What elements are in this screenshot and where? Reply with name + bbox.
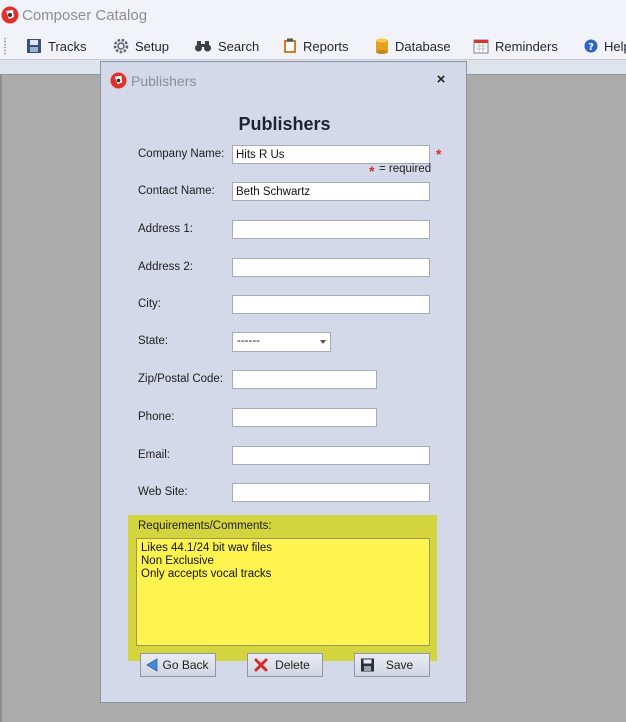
delete-label: Delete [275, 658, 310, 672]
dialog-logo-icon [110, 72, 127, 89]
comments-textarea[interactable]: Likes 44.1/24 bit wav files Non Exclusiv… [136, 538, 430, 646]
app-title: Composer Catalog [22, 7, 148, 24]
required-note: = required [379, 163, 432, 175]
toolbar-help-label: Help [604, 38, 626, 54]
floppy-disk-icon [361, 658, 374, 672]
address1-label: Address 1: [138, 223, 193, 235]
address2-field[interactable] [232, 258, 430, 277]
publishers-dialog: Publishers × Publishers Company Name: * … [100, 61, 467, 703]
toolbar-reminders-button[interactable]: Reminders [473, 36, 558, 56]
toolbar-reports-label: Reports [303, 38, 349, 54]
svg-text:?: ? [588, 42, 594, 53]
required-legend-asterisk-icon: * [369, 163, 375, 179]
binoculars-icon [195, 41, 211, 52]
tracks-icon [27, 39, 41, 53]
dialog-title: Publishers [131, 73, 197, 89]
address1-field[interactable] [232, 220, 430, 239]
app-titlebar: Composer Catalog [0, 0, 626, 32]
main-toolbar: Tracks Setup Search Reports Database Rem… [0, 32, 626, 59]
zip-label: Zip/Postal Code: [138, 373, 224, 385]
email-label: Email: [138, 449, 170, 461]
toolbar-reminders-label: Reminders [495, 38, 558, 54]
toolbar-database-label: Database [395, 38, 451, 54]
comments-line: Likes 44.1/24 bit wav files [141, 542, 273, 554]
comments-highlight: Requirements/Comments: Likes 44.1/24 bit… [128, 515, 437, 661]
save-button[interactable]: Save [354, 653, 430, 677]
gear-icon [113, 38, 129, 54]
go-back-label: Go Back [162, 658, 209, 672]
toolbar-search-label: Search [218, 38, 260, 54]
delete-x-icon [254, 658, 268, 672]
chevron-down-icon[interactable] [320, 340, 326, 344]
toolbar-tracks-label: Tracks [48, 38, 87, 54]
help-icon: ? [584, 39, 598, 53]
comments-line: Only accepts vocal tracks [141, 568, 272, 580]
phone-field[interactable] [232, 408, 377, 427]
state-dropdown[interactable]: ------ [232, 332, 331, 352]
phone-label: Phone: [138, 411, 175, 423]
email-field[interactable] [232, 446, 430, 465]
contact-name-field[interactable] [232, 182, 430, 201]
toolbar-setup-button[interactable]: Setup [113, 36, 169, 56]
app-logo-icon [1, 6, 19, 24]
toolbar-setup-label: Setup [135, 38, 169, 54]
company-name-label: Company Name: [138, 148, 225, 160]
state-selected-value: ------ [237, 335, 260, 347]
website-label: Web Site: [138, 486, 188, 498]
toolbar-database-button[interactable]: Database [375, 36, 451, 56]
close-icon[interactable]: × [433, 71, 449, 89]
toolbar-reports-button[interactable]: Reports [283, 36, 349, 56]
toolbar-grip-icon[interactable] [3, 37, 7, 55]
zip-field[interactable] [232, 370, 377, 389]
comments-line: Non Exclusive [141, 555, 214, 567]
address2-label: Address 2: [138, 261, 193, 273]
state-label: State: [138, 335, 169, 347]
toolbar-tracks-button[interactable]: Tracks [26, 36, 87, 56]
clipboard-icon [284, 38, 296, 53]
go-back-button[interactable]: Go Back [140, 653, 216, 677]
database-icon [376, 38, 388, 54]
contact-name-label: Contact Name: [138, 185, 215, 197]
save-label: Save [385, 658, 414, 672]
city-label: City: [138, 298, 161, 310]
comments-label: Requirements/Comments: [138, 520, 272, 532]
toolbar-help-button[interactable]: ? Help [584, 36, 626, 56]
website-field[interactable] [232, 483, 430, 502]
required-asterisk-icon: * [436, 146, 442, 162]
page-title: Publishers [238, 114, 331, 134]
city-field[interactable] [232, 295, 430, 314]
toolbar-search-button[interactable]: Search [194, 36, 259, 56]
back-arrow-icon [146, 658, 158, 672]
delete-button[interactable]: Delete [247, 653, 323, 677]
company-name-field[interactable] [232, 145, 430, 164]
calendar-icon [473, 39, 489, 54]
